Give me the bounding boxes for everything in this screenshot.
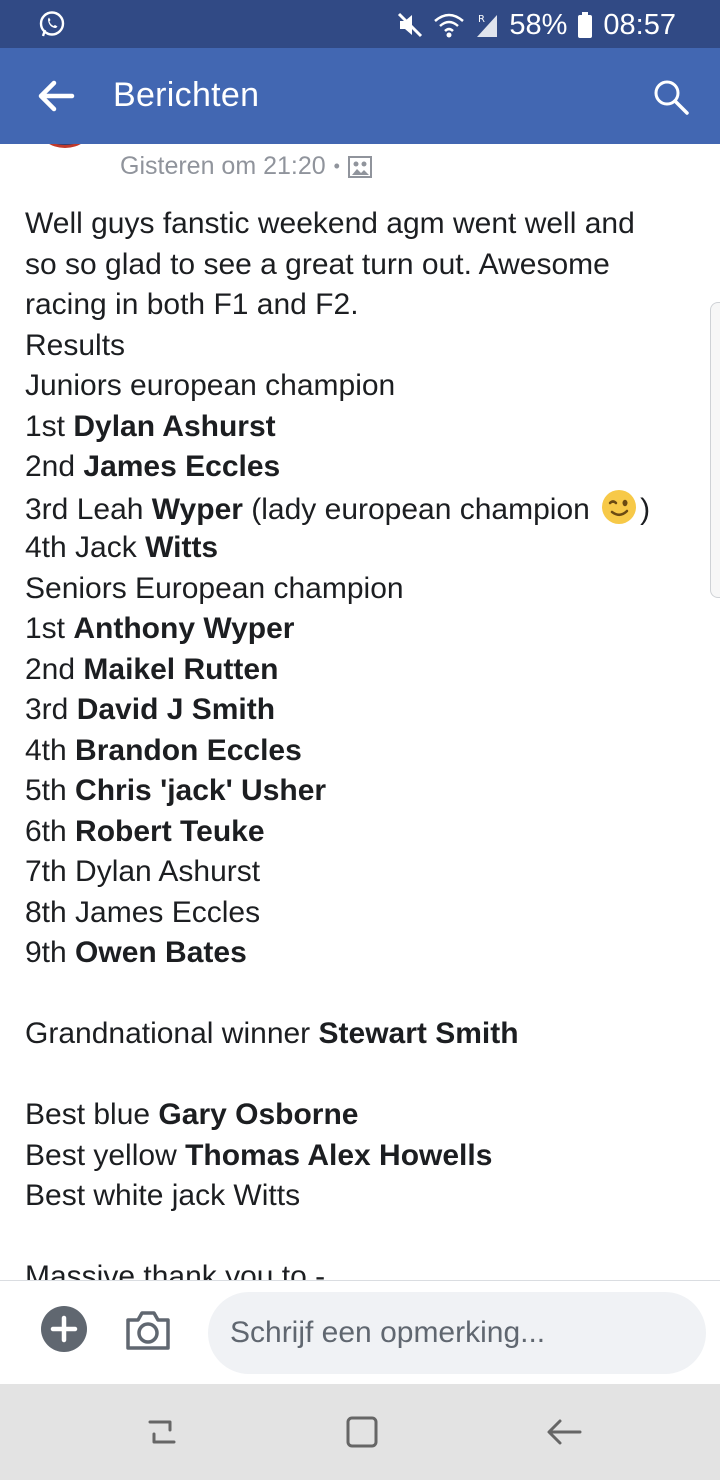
result-line: 2nd Maikel Rutten (25, 652, 279, 686)
photos-icon (347, 155, 372, 178)
result-line: 2nd James Eccles (25, 450, 281, 483)
result-line: 1st Anthony Wyper (25, 612, 295, 645)
post-line: so so glad to see a great turn out. Awes… (25, 247, 610, 281)
result-line: 9th Owen Bates (25, 936, 247, 969)
back-icon[interactable] (544, 1412, 584, 1452)
comment-input[interactable] (208, 1292, 706, 1374)
post-line: Best white jack Witts (25, 1179, 301, 1212)
post-line: 8th James Eccles (25, 895, 261, 929)
battery-icon (578, 12, 593, 38)
winking-face-emoji-icon (602, 489, 637, 524)
name-link[interactable]: Thomas Alex Howells (185, 1139, 492, 1172)
app-bar: Berichten (0, 48, 720, 144)
result-line: 6th Robert Teuke (25, 814, 265, 848)
search-icon[interactable] (652, 78, 690, 116)
camera-icon[interactable] (124, 1308, 172, 1352)
post-timestamp[interactable]: Gisteren om 21:20 (120, 152, 326, 181)
result-line: Best blue Gary Osborne (25, 1098, 359, 1131)
result-line: 3rd Leah Wyper (lady european champion ) (25, 488, 695, 529)
name-link[interactable]: Stewart Smith (319, 1017, 519, 1050)
post-line: 7th Dylan Ashurst (25, 855, 261, 888)
name-link[interactable]: Robert Teuke (75, 815, 264, 848)
back-arrow-icon[interactable] (36, 78, 76, 114)
battery-percent: 58% (509, 8, 568, 41)
navigation-bar (0, 1384, 720, 1480)
add-icon[interactable] (41, 1306, 87, 1352)
result-line: 4th Jack Witts (25, 531, 219, 564)
whatsapp-icon (39, 11, 65, 37)
home-icon[interactable] (342, 1412, 382, 1452)
name-link[interactable]: David J Smith (77, 693, 275, 726)
post-line: racing in both F1 and F2. (25, 288, 359, 321)
name-link[interactable]: Gary Osborne (158, 1098, 358, 1131)
result-line: Grandnational winner Stewart Smith (25, 1017, 519, 1050)
page-title: Berichten (113, 76, 260, 114)
post-line: Massive thank you to - (25, 1260, 326, 1280)
avatar[interactable] (38, 144, 92, 148)
meta-separator: • (333, 156, 340, 176)
svg-text:R: R (478, 14, 485, 25)
result-line: 4th Brandon Eccles (25, 733, 302, 767)
post-line: Well guys fanstic weekend agm went well … (25, 207, 635, 240)
post-line: Juniors european champion (25, 369, 396, 402)
name-link[interactable]: Wyper (152, 493, 243, 526)
result-line: Best yellow Thomas Alex Howells (25, 1138, 493, 1172)
name-link[interactable]: Brandon Eccles (75, 734, 302, 767)
status-icons: R 58% 08:57 (397, 8, 676, 42)
post-meta: Gisteren om 21:20 • (120, 152, 372, 181)
name-link[interactable]: Anthony Wyper (73, 612, 294, 645)
name-link[interactable]: Maikel Rutten (83, 653, 278, 686)
post-content: Gisteren om 21:20 • Well guys fanstic we… (0, 144, 720, 1280)
scrollbar[interactable] (710, 302, 720, 598)
signal-icon: R (477, 14, 498, 37)
post-body: Well guys fanstic weekend agm went well … (25, 204, 695, 1280)
clock: 08:57 (603, 8, 676, 41)
result-line: 3rd David J Smith (25, 693, 276, 726)
name-link[interactable]: Owen Bates (75, 936, 247, 969)
mute-icon (398, 12, 423, 38)
name-link[interactable]: Chris 'jack' Usher (75, 774, 326, 807)
recent-apps-icon[interactable] (142, 1412, 182, 1452)
name-link[interactable]: James Eccles (83, 450, 280, 483)
name-link[interactable]: Witts (145, 531, 218, 564)
wifi-icon (434, 13, 465, 38)
post-line: Seniors European champion (25, 571, 404, 605)
result-line: 5th Chris 'jack' Usher (25, 774, 327, 807)
name-link[interactable]: Dylan Ashurst (73, 410, 275, 443)
status-bar: R 58% 08:57 (0, 0, 720, 48)
result-line: 1st Dylan Ashurst (25, 409, 276, 443)
comment-bar (0, 1280, 720, 1384)
post-line: Results (25, 328, 126, 362)
